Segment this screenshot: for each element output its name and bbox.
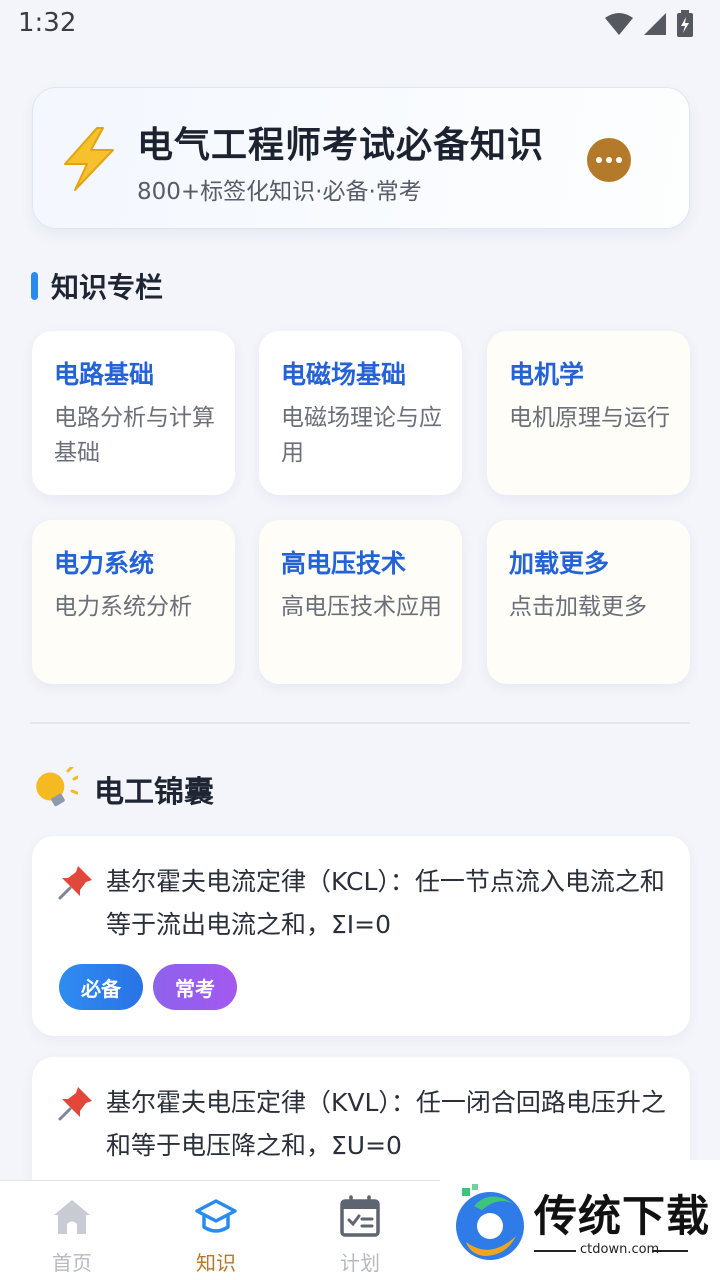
nav-plan[interactable]: 计划: [310, 1181, 410, 1280]
tip-card[interactable]: 基尔霍夫电流定律（KCL）：任一节点流入电流之和等于流出电流之和，ΣI=0 必备…: [32, 836, 690, 1036]
lightning-icon: [64, 127, 114, 191]
topic-card-motor[interactable]: 电机学 电机原理与运行: [487, 331, 690, 495]
topic-name: 高电压技术: [281, 549, 407, 578]
watermark-brand: 传统下载: [534, 1192, 710, 1242]
section-accent-bar: [31, 272, 38, 300]
nav-label: 计划: [340, 1251, 380, 1275]
topic-name: 电力系统: [54, 549, 155, 578]
battery-icon: [677, 10, 693, 37]
topic-name: 电机学: [509, 360, 585, 389]
watermark-line: [534, 1250, 576, 1252]
nav-label: 知识: [196, 1251, 236, 1275]
topic-name: 加载更多: [509, 549, 610, 578]
topic-card-power-system[interactable]: 电力系统 电力系统分析: [32, 520, 235, 684]
watermark-url: ctdown.com: [580, 1242, 660, 1257]
signal-icon: [644, 13, 666, 35]
section-title-text: 知识专栏: [51, 271, 164, 304]
graduation-cap-icon: [195, 1199, 237, 1233]
topic-desc: 高电压技术应用: [281, 594, 442, 620]
watermark-logo-icon: [456, 1184, 524, 1260]
pushpin-icon: [58, 1087, 92, 1121]
more-button[interactable]: [587, 138, 631, 182]
tag-required[interactable]: 必备: [59, 964, 143, 1010]
tag-frequent[interactable]: 常考: [153, 964, 237, 1010]
calendar-check-icon: [340, 1195, 380, 1237]
load-more-card[interactable]: 加载更多 点击加载更多: [487, 520, 690, 684]
topic-desc: 点击加载更多: [509, 594, 647, 620]
topic-desc: 电路分析与计算基础: [54, 405, 215, 466]
topic-name: 电路基础: [54, 360, 155, 389]
status-icons: [604, 10, 694, 38]
page-subtitle: 800+标签化知识·必备·常考: [137, 179, 422, 205]
topic-desc: 电机原理与运行: [509, 405, 670, 431]
tip-text: 基尔霍夫电流定律（KCL）：任一节点流入电流之和等于流出电流之和，ΣI=0: [106, 867, 665, 939]
pushpin-icon: [58, 866, 92, 900]
more-dots-icon: [596, 157, 602, 163]
topic-card-circuit[interactable]: 电路基础 电路分析与计算基础: [32, 331, 235, 495]
topic-desc: 电力系统分析: [54, 594, 192, 620]
wifi-icon: [605, 13, 633, 35]
section-title-text: 电工锦囊: [94, 775, 214, 810]
nav-label: 首页: [52, 1251, 92, 1275]
topic-card-high-voltage[interactable]: 高电压技术 高电压技术应用: [259, 520, 462, 684]
topic-name: 电磁场基础: [281, 360, 407, 389]
nav-knowledge[interactable]: 知识: [166, 1181, 266, 1280]
header-card: 电气工程师考试必备知识 800+标签化知识·必备·常考: [32, 87, 690, 229]
topic-card-em-field[interactable]: 电磁场基础 电磁场理论与应用: [259, 331, 462, 495]
status-time: 1:32: [18, 8, 77, 38]
status-bar: 1:32: [0, 0, 720, 50]
lightbulb-icon: [36, 767, 78, 807]
section-title-tips: 电工锦囊: [32, 765, 214, 813]
tip-text: 基尔霍夫电压定律（KVL）：任一闭合回路电压升之和等于电压降之和，ΣU=0: [106, 1088, 666, 1160]
home-icon: [54, 1200, 90, 1234]
watermark: 传统下载 ctdown.com: [440, 1160, 720, 1280]
section-divider: [30, 722, 690, 724]
section-title-topics: 知识专栏: [31, 268, 163, 304]
topic-desc: 电磁场理论与应用: [281, 405, 442, 466]
tag-list: 必备 常考: [59, 964, 237, 1010]
page-title: 电气工程师考试必备知识: [137, 125, 545, 166]
watermark-line: [652, 1250, 688, 1252]
nav-home[interactable]: 首页: [22, 1181, 122, 1280]
